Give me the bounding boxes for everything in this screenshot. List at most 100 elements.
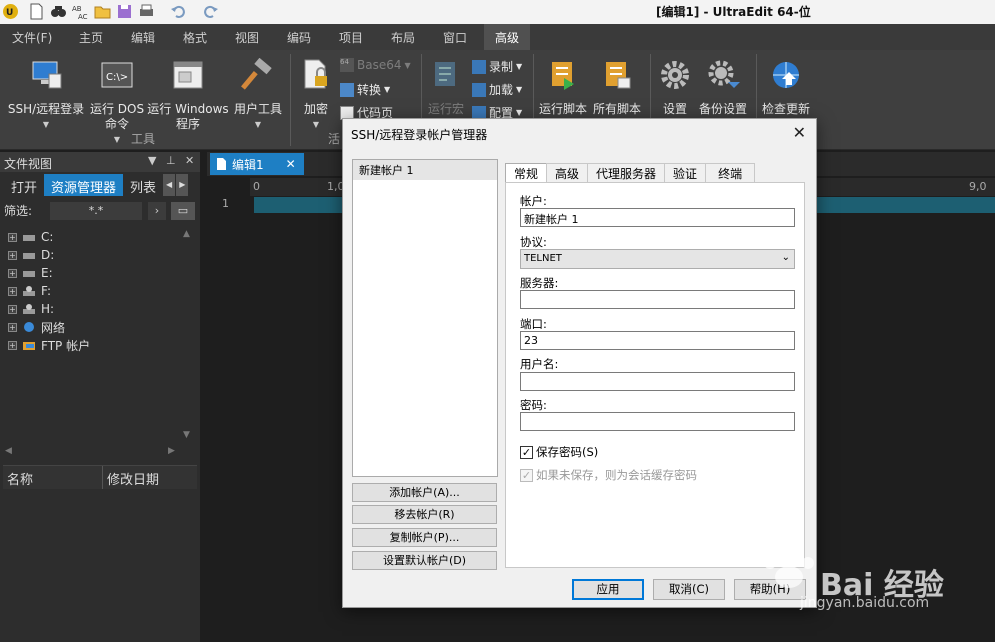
tree-item-e[interactable]: + E: (8, 264, 90, 282)
open-folder-icon[interactable] (94, 3, 111, 20)
undo-icon[interactable] (170, 3, 187, 20)
server-field[interactable] (520, 290, 795, 309)
expand-icon[interactable]: + (8, 250, 17, 260)
expand-icon[interactable]: + (8, 232, 17, 242)
tab-format[interactable]: 格式 (183, 29, 207, 46)
run-windows-button[interactable]: 运行 Windows 程序 (146, 58, 230, 132)
tab-auth[interactable]: 验证 (664, 163, 707, 183)
tab-proxy[interactable]: 代理服务器 (587, 163, 666, 183)
backup-settings-label: 备份设置 (698, 102, 747, 116)
cancel-button[interactable]: 取消(C) (653, 579, 725, 600)
tab-advanced[interactable]: 高级 (484, 24, 531, 50)
tab-advanced[interactable]: 高级 (546, 163, 589, 183)
tree-item-f[interactable]: + F: (8, 282, 90, 300)
save-icon[interactable] (116, 3, 133, 20)
tab-view[interactable]: 视图 (235, 29, 259, 46)
tab-file[interactable]: 文件(F) (12, 29, 52, 46)
set-default-account-button[interactable]: 设置默认帐户(D) (352, 551, 497, 570)
tree-label: D: (41, 248, 55, 262)
tab-scroll-left-icon[interactable]: ◀ (163, 174, 176, 196)
expand-icon[interactable]: + (8, 304, 17, 314)
close-icon[interactable]: ✕ (286, 157, 296, 171)
expand-icon[interactable]: + (8, 268, 17, 278)
add-account-button[interactable]: 添加帐户(A)... (352, 483, 497, 502)
column-name[interactable]: 名称 (3, 466, 103, 489)
scroll-right-icon[interactable]: ▶ (168, 446, 175, 456)
tree-item-c[interactable]: + C: (8, 228, 90, 246)
expand-icon[interactable]: + (8, 286, 17, 296)
tab-window[interactable]: 窗口 (443, 29, 467, 46)
scroll-left-icon[interactable]: ◀ (5, 446, 12, 456)
list-item[interactable]: 新建帐户 1 (353, 160, 497, 180)
account-field[interactable]: 新建帐户 1 (520, 208, 795, 227)
gear-backup-icon (708, 60, 740, 88)
print-icon[interactable] (138, 3, 155, 20)
tab-project[interactable]: 项目 (339, 29, 363, 46)
dialog-title: SSH/远程登录帐户管理器 (351, 128, 488, 142)
encrypt-button[interactable]: 加密 ▼ (298, 58, 334, 132)
filter-input[interactable]: *.* (50, 202, 142, 220)
tab-explorer[interactable]: 资源管理器 (44, 174, 124, 196)
tab-edit[interactable]: 编辑 (131, 29, 155, 46)
group2-label: 活 (328, 132, 341, 146)
tree-item-h[interactable]: + H: (8, 300, 90, 318)
filter-go-icon[interactable]: › (148, 202, 166, 220)
tab-home[interactable]: 主页 (79, 29, 103, 46)
find-icon[interactable] (50, 3, 67, 20)
remove-account-button[interactable]: 移去帐户(R) (352, 505, 497, 524)
tree-item-d[interactable]: + D: (8, 246, 90, 264)
copy-account-button[interactable]: 复制帐户(P)... (352, 528, 497, 547)
run-macro-button[interactable]: 运行宏 (425, 58, 467, 117)
all-scripts-button[interactable]: 所有脚本 (590, 58, 644, 117)
drive-icon (23, 252, 35, 259)
tab-list[interactable]: 列表 (123, 174, 163, 196)
redo-icon[interactable] (202, 3, 219, 20)
port-field[interactable]: 23 (520, 331, 795, 350)
tab-edit1[interactable]: 编辑1 ✕ (210, 153, 304, 175)
ssh-login-button[interactable]: SSH/远程登录 ▼ (6, 58, 86, 132)
base64-button[interactable]: 64 Base64 ▼ (340, 58, 411, 72)
document-icon (217, 158, 226, 170)
user-tools-button[interactable]: 用户工具 ▼ (230, 57, 286, 132)
username-field[interactable] (520, 372, 795, 391)
scroll-down-icon[interactable]: ▼ (183, 430, 190, 440)
spell-check-icon[interactable]: ABAC (72, 3, 89, 20)
cache-password-label: 如果未保存，则为会话缓存密码 (536, 468, 697, 482)
tree-item-ftp[interactable]: + FTP 帐户 (8, 336, 90, 354)
protocol-select[interactable]: TELNET ⌄ (520, 249, 795, 269)
folder-browse-icon[interactable]: ▭ (171, 202, 195, 220)
tab-layout[interactable]: 布局 (391, 29, 415, 46)
convert-button[interactable]: 转换 ▼ (340, 81, 390, 98)
expand-icon[interactable]: + (8, 322, 17, 332)
column-modified[interactable]: 修改日期 (103, 466, 163, 489)
encrypt-label: 加密 (303, 102, 328, 116)
tree-item-network[interactable]: + 网络 (8, 318, 90, 336)
convert-label: 转换 (357, 83, 382, 97)
window-icon (173, 61, 203, 89)
check-update-button[interactable]: 检查更新 (760, 58, 812, 117)
account-list[interactable]: 新建帐户 1 (352, 159, 498, 477)
tab-encoding[interactable]: 编码 (287, 29, 311, 46)
file-view-title: 文件视图 (4, 157, 53, 171)
tab-scroll-right-icon[interactable]: ▶ (176, 174, 189, 196)
close-icon[interactable]: ✕ (793, 123, 806, 142)
tab-terminal[interactable]: 终端 (705, 163, 756, 183)
load-button[interactable]: 加载 ▼ (472, 81, 522, 98)
ftp-folder-icon (23, 341, 35, 350)
svg-text:U: U (6, 8, 13, 18)
watermark: Bai 经验 jingyan.baidu.com (760, 535, 990, 635)
close-icon[interactable]: ✕ (185, 154, 194, 167)
save-password-checkbox[interactable]: ✓ 保存密码(S) (520, 444, 598, 460)
tab-general[interactable]: 常规 (505, 163, 548, 184)
apply-button[interactable]: 应用 (572, 579, 644, 600)
expand-icon[interactable]: + (8, 340, 17, 350)
pin-icon[interactable]: ⊥ (166, 154, 176, 167)
scroll-up-icon[interactable]: ▲ (183, 229, 190, 239)
settings-button[interactable]: 设置 (656, 58, 694, 117)
chevron-down-icon[interactable]: ▼ (148, 154, 156, 167)
password-field[interactable] (520, 412, 795, 431)
chevron-down-icon: ▼ (254, 120, 262, 129)
record-button[interactable]: 录制 ▼ (472, 58, 522, 75)
new-file-icon[interactable] (28, 3, 45, 20)
tab-open[interactable]: 打开 (4, 174, 44, 196)
